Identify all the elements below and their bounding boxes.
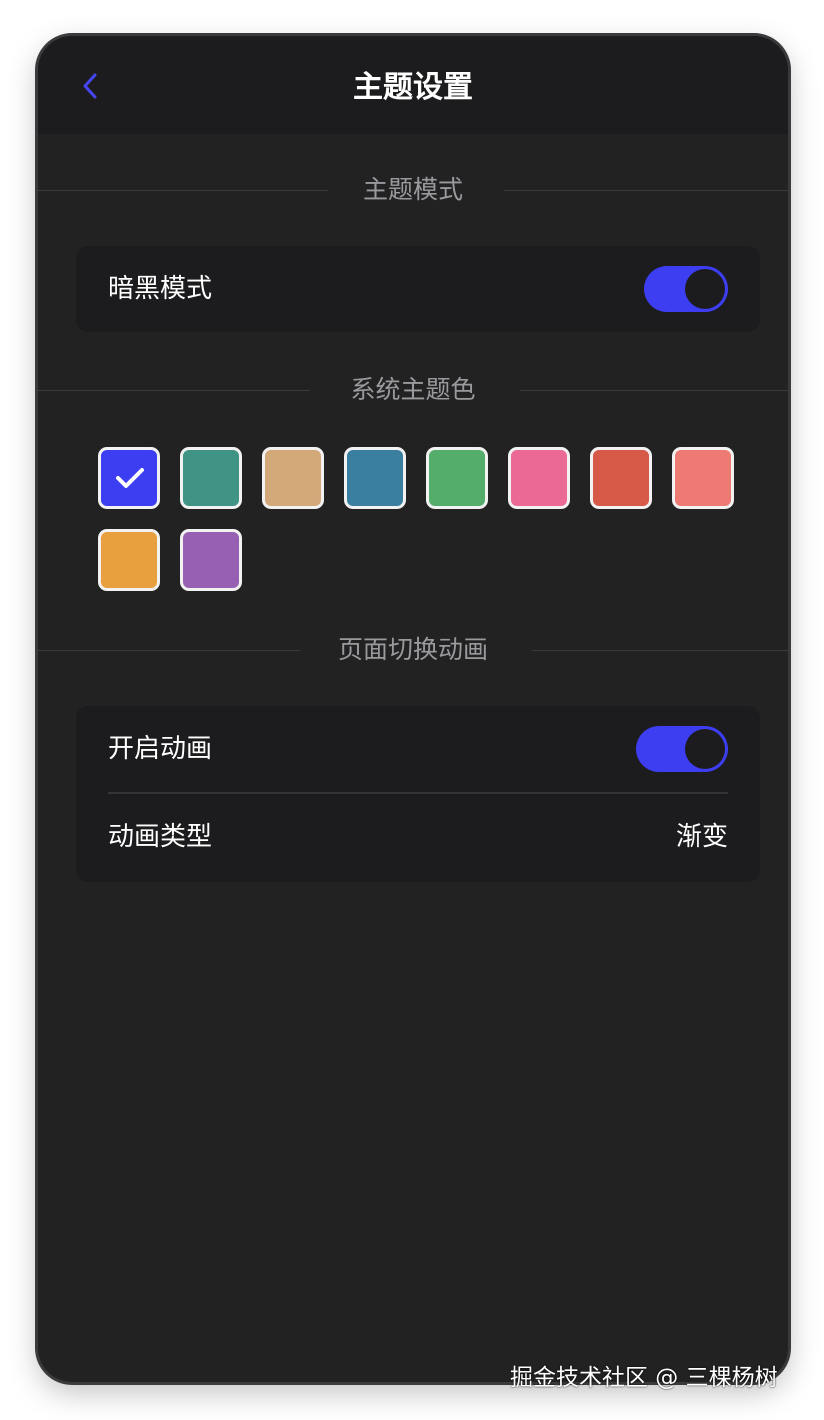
dark-mode-row: 暗黑模式 <box>108 246 728 332</box>
animation-type-value: 渐变 <box>675 822 728 852</box>
phone-screen: 主题设置 主题模式 暗黑模式 系统主题色 页面切换动画 开启动画 动画类型 渐变 <box>38 36 788 1382</box>
page-title: 主题设置 <box>353 70 473 105</box>
theme-mode-card: 暗黑模式 <box>76 246 760 332</box>
section-title-page-transition: 页面切换动画 <box>337 635 488 664</box>
dark-mode-label: 暗黑模式 <box>108 274 213 304</box>
color-swatch[interactable] <box>590 447 652 509</box>
color-swatch[interactable] <box>672 447 734 509</box>
color-swatch[interactable] <box>262 447 324 509</box>
animation-type-label: 动画类型 <box>108 822 213 852</box>
section-title-theme-mode: 主题模式 <box>362 175 463 204</box>
toggle-knob <box>685 269 725 309</box>
back-button[interactable] <box>74 68 110 104</box>
section-header-theme-mode: 主题模式 <box>38 170 788 210</box>
color-swatch[interactable] <box>98 447 160 509</box>
enable-animation-label: 开启动画 <box>108 734 213 764</box>
dark-mode-toggle[interactable] <box>644 266 728 312</box>
checkmark-icon <box>116 468 144 488</box>
color-swatch[interactable] <box>426 447 488 509</box>
animation-card: 开启动画 动画类型 渐变 <box>76 706 760 882</box>
toggle-knob <box>685 729 725 769</box>
color-swatch[interactable] <box>180 447 242 509</box>
watermark-text: 掘金技术社区 @ 三棵杨树 <box>510 1365 778 1391</box>
color-swatch[interactable] <box>180 529 242 591</box>
color-swatch[interactable] <box>344 447 406 509</box>
section-header-page-transition: 页面切换动画 <box>38 630 788 670</box>
section-header-system-color: 系统主题色 <box>38 370 788 410</box>
enable-animation-toggle[interactable] <box>636 726 728 772</box>
navigation-bar: 主题设置 <box>38 36 788 134</box>
enable-animation-row: 开启动画 <box>108 706 728 792</box>
section-title-system-color: 系统主题色 <box>350 375 476 404</box>
animation-type-row[interactable]: 动画类型 渐变 <box>108 794 728 880</box>
chevron-left-icon <box>83 73 97 99</box>
color-swatch[interactable] <box>98 529 160 591</box>
color-swatch[interactable] <box>508 447 570 509</box>
